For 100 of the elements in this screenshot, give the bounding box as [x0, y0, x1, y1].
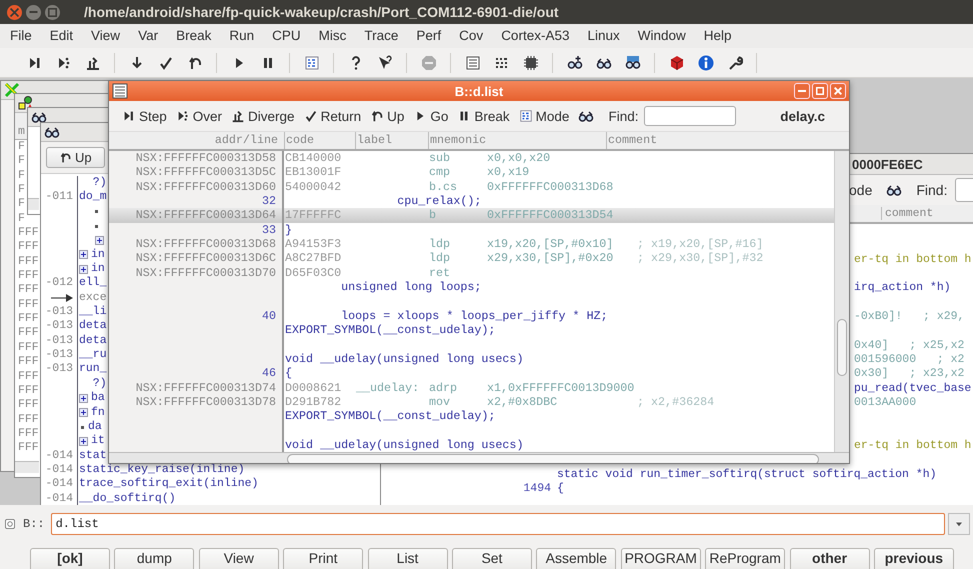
command-button[interactable]: previous — [874, 548, 954, 569]
crossed-tools-icon — [4, 82, 20, 98]
frame-text: stat — [79, 448, 107, 463]
menu-item[interactable]: Run — [220, 24, 264, 48]
menu-item[interactable]: Break — [167, 24, 220, 48]
toolbar-button[interactable]: Return — [300, 106, 364, 126]
code-text: er-tq in bottom h — [854, 252, 972, 268]
toolbar-button[interactable]: Mode — [516, 106, 572, 126]
column-header: code — [284, 132, 355, 149]
listing-row[interactable]: void __udelay(unsigned long usecs) — [109, 438, 834, 452]
menu-item[interactable]: File — [1, 24, 41, 48]
horizontal-scrollbar[interactable] — [28, 198, 39, 210]
source-text: cpu_relax(); — [396, 194, 482, 208]
horizontal-scrollbar[interactable] — [109, 452, 849, 463]
code-text: 54000042 — [284, 180, 342, 194]
command-button[interactable]: Assemble — [536, 548, 616, 569]
listing-row[interactable]: EXPORT_SYMBOL(__const_udelay); — [109, 409, 834, 424]
toolbar-button[interactable]: Break — [454, 106, 513, 126]
glasses-list-icon — [624, 54, 640, 70]
maximize-button[interactable] — [45, 4, 60, 20]
mnemonic-text: b.cs — [429, 180, 458, 194]
menu-item[interactable]: Cortex-A53 — [492, 24, 578, 48]
glasses-plus-icon — [566, 54, 582, 70]
bullet-icon — [81, 426, 84, 429]
menu-item[interactable]: View — [82, 24, 130, 48]
toolbar-button[interactable]: Go — [410, 106, 452, 126]
toolbar-button[interactable]: Over — [172, 106, 226, 126]
frame-text: it — [91, 434, 105, 449]
command-button[interactable]: dump — [114, 548, 194, 569]
menu-item[interactable]: Linux — [578, 24, 629, 48]
menu-item[interactable]: Window — [628, 24, 695, 48]
command-button[interactable]: ReProgram — [705, 548, 786, 569]
mnemonic-text: ldp — [429, 251, 452, 266]
frame-text: ?) — [92, 376, 107, 392]
command-button[interactable]: Set — [452, 548, 532, 569]
command-button[interactable]: View — [198, 548, 279, 569]
listing-row[interactable]: void __udelay(unsigned long usecs) — [109, 352, 834, 366]
mnemonic-text: ret — [429, 266, 452, 280]
listing-row[interactable]: EXPORT_SYMBOL(__const_udelay); — [109, 323, 834, 338]
menu-item[interactable]: Misc — [310, 24, 356, 48]
code-text: 001596000 ; x2 — [854, 353, 964, 368]
close-button[interactable] — [7, 4, 22, 20]
code-text: D65F03C0 — [284, 266, 342, 280]
line-number: 1494 — [522, 482, 552, 497]
step-icon — [122, 109, 136, 123]
vertical-scrollbar[interactable] — [834, 151, 849, 452]
address-text: F — [18, 168, 25, 184]
listing-row[interactable]: 33 } — [109, 222, 834, 238]
address-text: F — [18, 140, 25, 154]
address-text: FFF — [18, 398, 39, 413]
curved-arrow-icon — [186, 54, 202, 70]
menu-item[interactable]: Perf — [407, 24, 450, 48]
toolbar-button[interactable]: Diverge — [228, 106, 298, 126]
frame-text: exce — [79, 290, 107, 306]
wrench-icon — [726, 54, 742, 70]
line-number: -013 — [44, 319, 74, 334]
menu-item[interactable]: Cov — [450, 24, 492, 48]
source-text: void __udelay(unsigned long usecs) — [284, 438, 524, 452]
listing-row[interactable]: 32 cpu_relax(); — [109, 194, 834, 208]
list-icon — [464, 54, 480, 70]
up-button[interactable]: Up — [46, 147, 105, 168]
command-button[interactable]: [ok] — [30, 548, 110, 569]
toolbar-button[interactable]: Step — [119, 106, 170, 126]
minimize-button[interactable] — [26, 4, 41, 20]
address-text: F — [18, 197, 25, 212]
listing-row[interactable]: unsigned long loops; — [109, 280, 834, 294]
command-button[interactable]: List — [368, 548, 448, 569]
line-number: 32 — [262, 194, 276, 208]
command-button[interactable]: PROGRAM — [620, 548, 701, 569]
toolbar-button[interactable]: ode — [849, 182, 872, 198]
line-number: -012 — [44, 276, 74, 291]
menu-item[interactable]: Help — [694, 24, 741, 48]
toolbar-button[interactable]: Up — [367, 106, 408, 126]
code-text: CB140000 — [284, 151, 342, 166]
expand-icon[interactable] — [79, 436, 88, 446]
close-button[interactable] — [830, 83, 846, 99]
close-icon — [10, 8, 19, 16]
address-text: NSX:FFFFFFC000313D64 — [136, 208, 276, 222]
horizontal-scrollbar[interactable] — [15, 461, 39, 473]
menu-item[interactable]: Edit — [40, 24, 82, 48]
menu-item[interactable]: Var — [129, 24, 168, 48]
listing-row[interactable]: 46 { — [109, 366, 834, 380]
maximize-button[interactable] — [812, 83, 828, 99]
address-text: FFF — [18, 298, 39, 312]
listing-row[interactable]: 40 loops = xloops * loops_per_jiffy * HZ; — [109, 308, 834, 324]
address-text: NSX:FFFFFFC000313D58 — [136, 151, 276, 165]
cube-icon — [668, 54, 684, 70]
curved-arrow-icon — [370, 109, 384, 123]
address-text: F — [18, 154, 25, 169]
frame-text: deta — [79, 334, 107, 348]
find-field[interactable] — [644, 106, 736, 126]
code-text: 0x40] ; x25,x2 — [854, 338, 964, 354]
menu-item[interactable]: CPU — [263, 24, 310, 48]
minimize-button[interactable] — [794, 83, 810, 99]
command-field[interactable]: d.list — [50, 513, 945, 535]
address-text: FFF — [18, 240, 39, 255]
dropdown-button[interactable] — [948, 513, 970, 535]
command-button[interactable]: other — [790, 548, 870, 569]
command-button[interactable]: Print — [283, 548, 364, 569]
menu-item[interactable]: Trace — [355, 24, 408, 48]
